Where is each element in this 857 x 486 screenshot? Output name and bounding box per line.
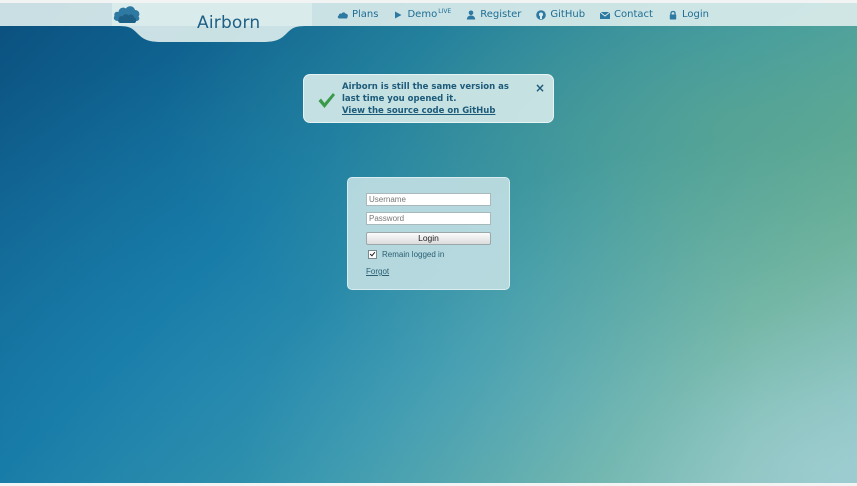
- nav-plans-label: Plans: [352, 9, 379, 20]
- nav-demo-label: Demo: [407, 9, 438, 20]
- nav-github[interactable]: GitHub: [535, 9, 585, 21]
- lock-icon: [669, 10, 677, 19]
- nav-contact[interactable]: Contact: [599, 9, 653, 21]
- forgot-link[interactable]: Forgot: [366, 267, 389, 276]
- username-field[interactable]: [366, 193, 491, 206]
- user-icon: [467, 10, 476, 19]
- github-icon: [536, 9, 547, 20]
- remain-logged-in[interactable]: Remain logged in: [368, 250, 444, 259]
- remain-logged-in-checkbox[interactable]: [368, 250, 377, 259]
- remain-logged-in-label: Remain logged in: [382, 250, 445, 259]
- password-field[interactable]: [366, 212, 491, 225]
- nav-login-label: Login: [681, 9, 709, 20]
- nav-login[interactable]: Login: [667, 9, 709, 21]
- live-badge: LIVE: [438, 8, 452, 15]
- main-nav: Plans Demo LIVE Register GitHub Contact L…: [337, 3, 723, 26]
- cloud-logo-icon: [113, 6, 140, 23]
- checkmark-icon: [318, 93, 335, 108]
- notification-message: Airborn is still the same version as las…: [342, 82, 509, 104]
- nav-register-label: Register: [480, 9, 522, 20]
- nav-demo[interactable]: Demo LIVE: [392, 8, 452, 21]
- notification-text: Airborn is still the same version as las…: [342, 81, 527, 117]
- nav-github-label: GitHub: [550, 9, 586, 20]
- close-icon[interactable]: ×: [535, 82, 545, 94]
- github-source-link[interactable]: View the source code on GitHub: [342, 105, 527, 117]
- logo-text[interactable]: Airborn: [197, 12, 260, 34]
- envelope-icon: [599, 11, 611, 19]
- play-icon: [395, 11, 402, 18]
- cloud-icon: [337, 11, 348, 18]
- version-notification: Airborn is still the same version as las…: [303, 74, 554, 123]
- nav-contact-label: Contact: [614, 9, 653, 20]
- login-button[interactable]: Login: [366, 232, 491, 245]
- nav-register[interactable]: Register: [465, 9, 521, 21]
- logo-tab: Airborn: [112, 3, 312, 42]
- login-form: Login Remain logged in Forgot: [347, 177, 510, 290]
- nav-plans[interactable]: Plans: [337, 9, 378, 21]
